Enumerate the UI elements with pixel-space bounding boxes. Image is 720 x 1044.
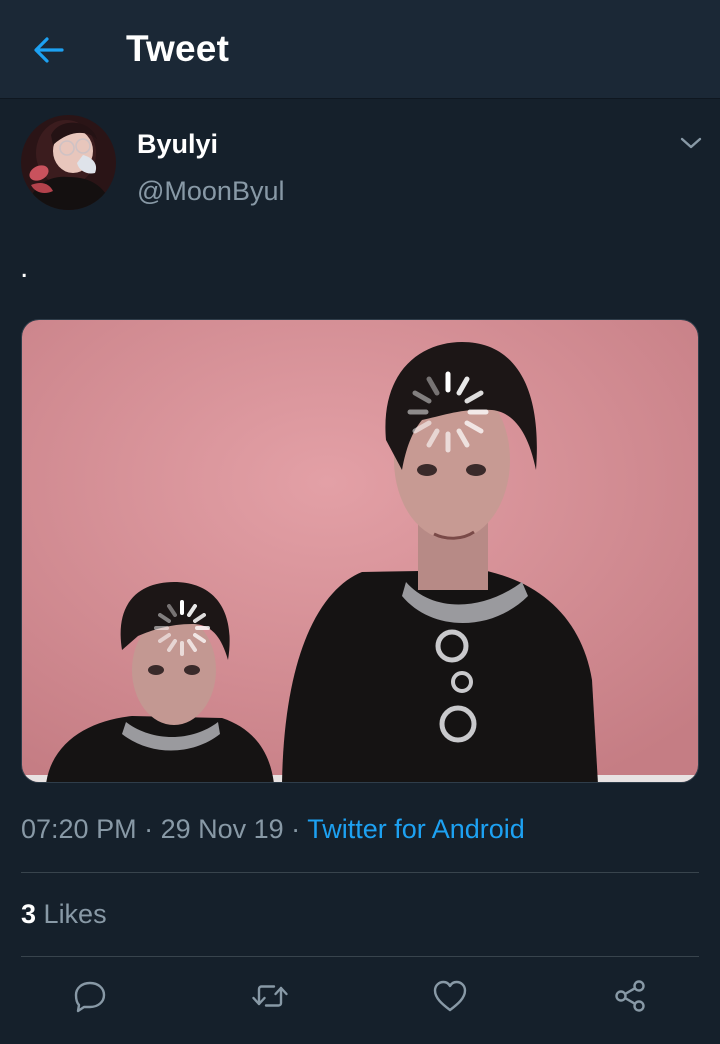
likes-label: Likes [43,899,107,929]
author-handle[interactable]: @MoonByul [137,176,284,207]
reply-icon [74,981,106,1013]
arrow-left-icon [34,37,64,63]
share-button[interactable] [608,974,652,1018]
retweet-icon [252,985,288,1007]
tweet-media-image[interactable] [21,319,699,783]
tweet-time: 07:20 PM [21,814,137,844]
chevron-down-icon [680,137,702,149]
like-button[interactable] [428,974,472,1018]
meta-separator: · [283,814,308,844]
author-avatar[interactable] [21,115,116,210]
author-display-name[interactable]: Byulyi [137,129,218,160]
top-app-bar: Tweet [0,0,720,99]
likes-count-link[interactable]: 3 Likes [21,899,107,930]
tweet-meta: 07:20 PM · 29 Nov 19 · Twitter for Andro… [21,814,525,845]
tweet-text: . [20,251,29,284]
back-button[interactable] [26,28,70,72]
likes-count: 3 [21,899,37,929]
share-icon [615,980,645,1012]
page-title: Tweet [126,28,230,69]
divider [21,872,699,873]
reply-button[interactable] [68,974,112,1018]
like-icon [433,980,467,1012]
meta-separator: · [136,814,161,844]
tweet-options-button[interactable] [676,131,706,155]
retweet-button[interactable] [248,974,292,1018]
tweet-source-link[interactable]: Twitter for Android [307,814,525,844]
tweet-date: 29 Nov 19 [160,814,284,844]
divider [21,956,699,957]
